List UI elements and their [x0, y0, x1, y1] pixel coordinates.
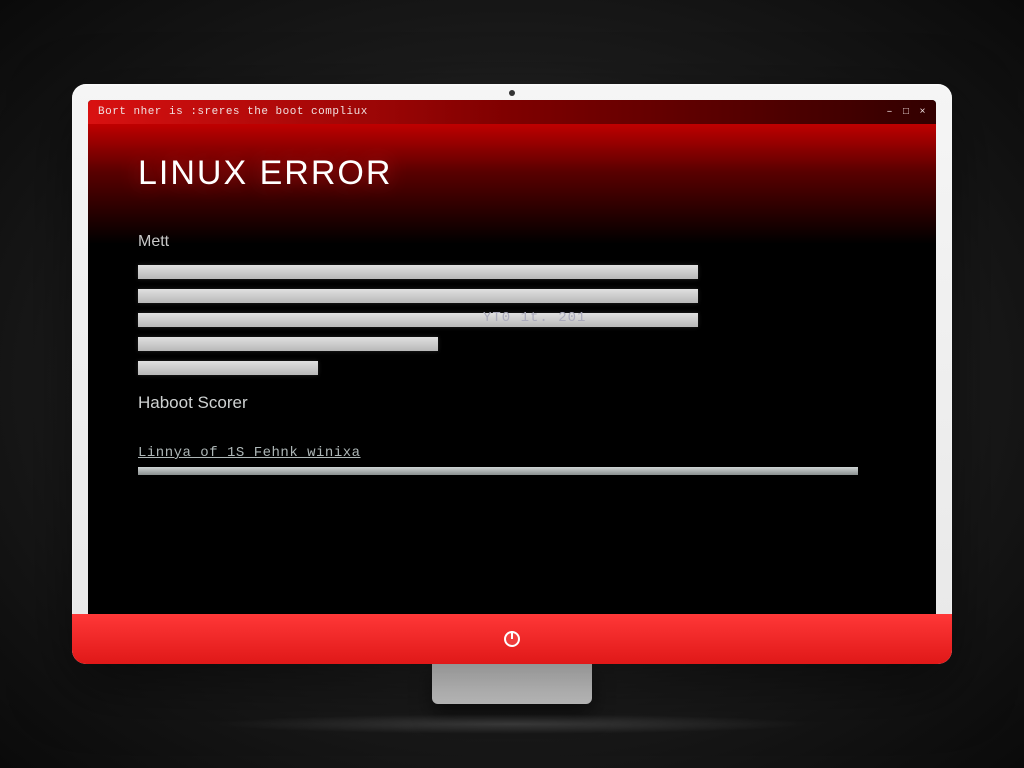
title-word-linux: LINUX — [138, 154, 248, 192]
text-placeholder-bar — [138, 265, 698, 279]
text-placeholder-bar — [138, 313, 698, 327]
monitor-chin — [72, 614, 952, 664]
desk-reflection — [212, 714, 812, 734]
monitor-bezel: Bort nher is :sreres the boot compliux –… — [72, 84, 952, 664]
monitor-frame: Bort nher is :sreres the boot compliux –… — [72, 84, 952, 724]
minimize-button[interactable]: – — [886, 107, 893, 118]
progress-bar — [138, 467, 858, 475]
text-placeholder-bar — [138, 337, 438, 351]
screen-content: LINUX ERROR Mett YT0 1t. 201 Haboot Scor… — [88, 124, 936, 495]
meta-label: Mett — [138, 233, 886, 251]
titlebar-text: Bort nher is :sreres the boot compliux — [98, 106, 368, 118]
power-icon[interactable] — [504, 631, 520, 647]
title-word-error: ERROR — [260, 154, 393, 192]
monitor-stand — [432, 664, 592, 704]
close-button[interactable]: × — [919, 107, 926, 118]
error-title: LINUX ERROR — [138, 154, 886, 193]
boot-screen-label: Haboot Scorer — [138, 393, 886, 413]
timestamp-text: YT0 1t. 201 — [483, 310, 586, 326]
text-placeholder-bar — [138, 289, 698, 303]
window-controls: – □ × — [886, 107, 926, 118]
window-titlebar: Bort nher is :sreres the boot compliux –… — [88, 100, 936, 124]
error-screen: Bort nher is :sreres the boot compliux –… — [88, 100, 936, 636]
camera-dot — [509, 90, 515, 96]
footer-link[interactable]: Linnya of 1S Fehnk winixa — [138, 445, 361, 461]
text-placeholder-bar — [138, 361, 318, 375]
maximize-button[interactable]: □ — [903, 107, 910, 118]
